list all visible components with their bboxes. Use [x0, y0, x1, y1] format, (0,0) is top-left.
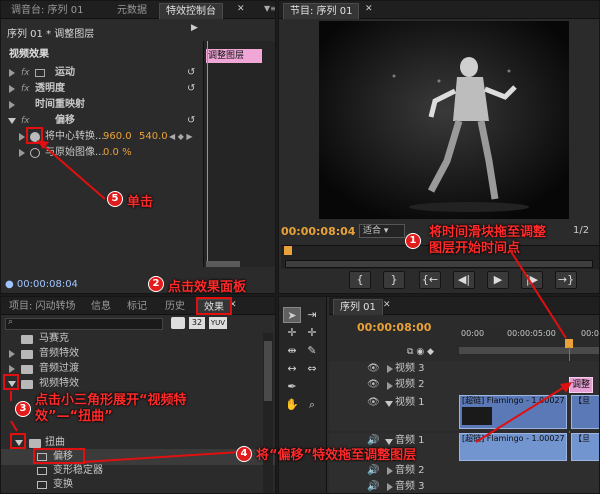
program-tabbar: 节目: 序列 01 ✕ — [279, 1, 599, 19]
timeline-timecode: 00:00:08:00 — [357, 321, 432, 334]
annotation-text-5: 单击 — [127, 195, 154, 210]
work-area-bar[interactable] — [459, 347, 599, 354]
track-audio-3: 🔊 音频 3 — [329, 479, 599, 493]
annotation-text-3: 点击小三角形展开“视频特效”—“扭曲” — [35, 393, 187, 424]
ruler[interactable]: 00:00 00:00:05:00 00:00 — [459, 327, 599, 359]
zoom-bar[interactable] — [285, 260, 593, 268]
clip-label: 【旦 — [574, 396, 590, 405]
timeline-header-tools: ⧉ ◉ ◆ — [407, 347, 434, 357]
tab-program[interactable]: 节目: 序列 01 — [283, 3, 360, 19]
track-video-2: 👁 视频 2 — [329, 377, 599, 395]
effect-controls-panel: 调音台: 序列 01 元数据 特效控制台 ✕ ▼≡ 序列 01 * 调整图层 ▶… — [0, 0, 276, 294]
annotation-badge-3: 3 — [15, 401, 31, 417]
audio-clip-flamingo-2[interactable]: 【旦 — [571, 433, 599, 461]
adjustment-layer-clip[interactable]: 调整 — [569, 377, 593, 393]
speaker-icon[interactable]: 🔊 — [367, 463, 379, 479]
video-clip-flamingo[interactable]: [超链] Flamingo - 1.00027【旦 — [459, 395, 567, 429]
footer-timecode: ● 00:00:08:04 — [5, 279, 78, 290]
annotation-badge-1: 1 — [405, 233, 421, 249]
eye-icon[interactable]: 👁 — [367, 377, 380, 393]
selection-tool-icon[interactable]: ➤ — [283, 307, 301, 323]
track-audio-2: 🔊 音频 2 — [329, 463, 599, 479]
track-label: 视频 1 — [395, 397, 425, 408]
marker-icon[interactable]: ◉ — [416, 347, 424, 357]
ruler-label: 00:00 — [461, 329, 485, 338]
track-video-3: 👁 视频 3 — [329, 361, 599, 377]
resolution-ratio[interactable]: 1/2 — [573, 225, 589, 236]
track-select-tool-icon[interactable]: ⇥ — [303, 307, 321, 323]
go-to-in-button[interactable]: {← — [419, 271, 441, 289]
fit-value: 适合 — [363, 226, 382, 236]
effects-panel: 项目: 闪动转场 信息 标记 历史 效果 ✕ ⌕ 32 YUV 马赛克 音频特效… — [0, 296, 276, 494]
audio-clip-flamingo[interactable]: [超链] Flamingo - 1.00027【旦 — [459, 433, 567, 461]
slide-tool-icon[interactable]: ⇔ — [303, 361, 321, 377]
program-monitor: 节目: 序列 01 ✕ 00:00:08:04 适合 ▾ 1/2 { } {← … — [278, 0, 600, 294]
playhead-marker[interactable] — [284, 246, 292, 255]
clip-label: 【旦 — [574, 434, 590, 443]
hand-tool-icon[interactable]: ✋ — [283, 397, 301, 413]
annotation-text-4: 将“偏移”特效拖至调整图层 — [256, 448, 417, 463]
rate-stretch-tool-icon[interactable]: ⇹ — [283, 343, 301, 359]
annotation-badge-4: 4 — [236, 446, 252, 462]
pen-tool-icon[interactable]: ✒ — [283, 379, 301, 395]
fit-dropdown[interactable]: 适合 ▾ — [359, 224, 405, 238]
collapse-triangle-icon[interactable] — [385, 401, 393, 407]
razor-tool-icon[interactable]: ✎ — [303, 343, 321, 359]
track-label: 音频 3 — [395, 481, 425, 492]
slip-tool-icon[interactable]: ↔ — [283, 361, 301, 377]
clip-label: [超链] Flamingo - 1.00027【旦 — [462, 434, 566, 443]
mark-in-button[interactable]: { — [349, 271, 371, 289]
rolling-edit-tool-icon[interactable]: ✛ — [303, 325, 321, 341]
timeline-panel: ➤ ⇥ ✛ ✛ ⇹ ✎ ↔ ⇔ ✒ ✋ ⌕ 序列 01 ✕ 00:00:08:0… — [278, 296, 600, 494]
timecode-text: 00:00:08:04 — [16, 279, 78, 290]
ruler-label: 00:00:05:00 — [507, 329, 556, 338]
track-label: 视频 3 — [395, 363, 425, 374]
annotation-badge-5: 5 — [107, 191, 123, 207]
video-frame — [319, 21, 569, 219]
ripple-edit-tool-icon[interactable]: ✛ — [283, 325, 301, 341]
tools-strip: ➤ ⇥ ✛ ✛ ⇹ ✎ ↔ ⇔ ✒ ✋ ⌕ — [279, 297, 327, 493]
arrow-5 — [37, 140, 106, 200]
keyframe-icon[interactable]: ◆ — [427, 347, 434, 357]
annotation-text-2: 点击效果面板 — [168, 280, 247, 295]
step-forward-button[interactable]: |▶ — [521, 271, 543, 289]
close-icon[interactable]: ✕ — [383, 300, 391, 310]
expand-triangle-icon[interactable] — [387, 483, 393, 491]
play-button[interactable]: ▶ — [487, 271, 509, 289]
video-clip-flamingo-2[interactable]: 【旦 — [571, 395, 599, 429]
timeline-tabbar: 序列 01 ✕ — [329, 297, 599, 315]
eye-icon[interactable]: 👁 — [367, 395, 380, 411]
track-label: 音频 2 — [395, 465, 425, 476]
mark-out-button[interactable]: } — [383, 271, 405, 289]
expand-triangle-icon[interactable] — [387, 382, 393, 390]
go-to-out-button[interactable]: →} — [555, 271, 577, 289]
expand-triangle-icon[interactable] — [387, 365, 393, 373]
tab-sequence[interactable]: 序列 01 — [333, 299, 383, 315]
snap-icon[interactable]: ⧉ — [407, 347, 413, 357]
zoom-tool-icon[interactable]: ⌕ — [303, 397, 321, 413]
speaker-icon[interactable]: 🔊 — [367, 479, 379, 493]
annotation-text-1: 将时间滑块拖至调整图层开始时间点 — [429, 225, 547, 256]
track-label: 视频 2 — [395, 379, 425, 390]
eye-icon[interactable]: 👁 — [367, 361, 380, 377]
annotation-badge-2: 2 — [148, 276, 164, 292]
ruler-label: 00:00 — [581, 329, 599, 338]
expand-triangle-icon[interactable] — [387, 467, 393, 475]
step-back-button[interactable]: ◀| — [453, 271, 475, 289]
program-timecode: 00:00:08:04 — [281, 225, 356, 238]
clip-thumbnail — [462, 407, 492, 425]
dancer-frame-image — [319, 21, 569, 219]
close-icon[interactable]: ✕ — [365, 4, 373, 14]
clip-label: [超链] Flamingo - 1.00027【旦 — [462, 396, 566, 405]
